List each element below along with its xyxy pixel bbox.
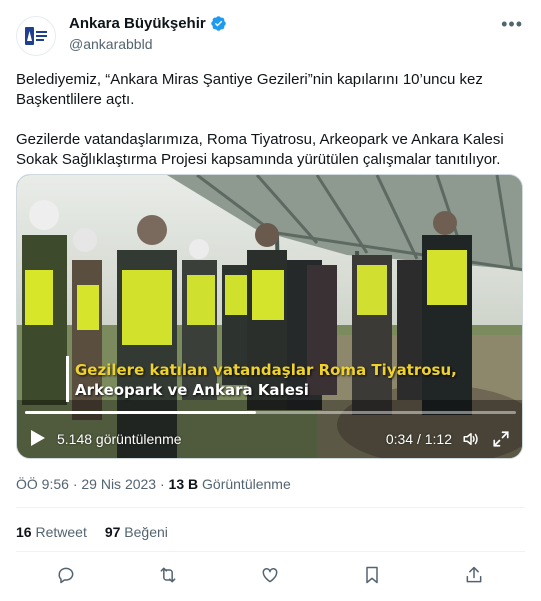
play-icon[interactable]	[31, 430, 45, 446]
tweet-meta: ÖÖ 9:56 · 29 Nis 2023 · 13 B Görüntülenm…	[16, 476, 291, 492]
video-views: 5.148 görüntülenme	[57, 431, 182, 447]
fullscreen-icon[interactable]	[492, 430, 510, 448]
divider	[16, 507, 525, 508]
tweet-stats: 16 Retweet 97 Beğeni	[16, 524, 168, 540]
video-time: 0:34 / 1:12	[385, 431, 452, 447]
tweet-text: Belediyemiz, “Ankara Miras Şantiye Gezil…	[16, 70, 526, 190]
tweet-paragraph-1: Belediyemiz, “Ankara Miras Şantiye Gezil…	[16, 71, 483, 108]
tweet-paragraph-2: Gezilerde vatandaşlarımıza, Roma Tiyatro…	[16, 131, 504, 168]
avatar[interactable]	[16, 16, 56, 56]
video-frame-image	[17, 175, 522, 458]
like-label: Beğeni	[124, 524, 168, 540]
retweet-icon[interactable]	[158, 565, 178, 585]
retweet-stat[interactable]: 16 Retweet	[16, 524, 87, 540]
volume-icon[interactable]	[462, 430, 480, 448]
like-stat[interactable]: 97 Beğeni	[105, 524, 168, 540]
divider	[16, 551, 525, 552]
retweet-label: Retweet	[35, 524, 87, 540]
video-player[interactable]: Gezilere katılan vatandaşlar Roma Tiyatr…	[16, 174, 523, 459]
reply-icon[interactable]	[56, 565, 76, 585]
display-name[interactable]: Ankara Büyükşehir	[69, 15, 206, 32]
tweet-card: Ankara Büyükşehir @ankarabbld ••• Beledi…	[0, 0, 541, 601]
name-row: Ankara Büyükşehir	[69, 15, 227, 32]
meta-separator: ·	[72, 476, 78, 492]
meta-separator: ·	[159, 476, 165, 492]
bookmark-icon[interactable]	[362, 565, 382, 585]
view-label: Görüntülenme	[202, 476, 291, 492]
like-icon[interactable]	[260, 565, 280, 585]
more-icon[interactable]: •••	[501, 14, 523, 35]
video-progress-bar[interactable]	[25, 411, 516, 414]
verified-icon	[210, 16, 226, 31]
view-count: 13 B	[168, 476, 199, 492]
share-icon[interactable]	[464, 565, 484, 585]
like-count: 97	[104, 524, 121, 540]
action-bar	[16, 561, 525, 589]
tweet-date[interactable]: 29 Nis 2023	[81, 476, 156, 492]
ankara-logo-icon	[25, 27, 47, 45]
tweet-time[interactable]: ÖÖ 9:56	[16, 476, 69, 492]
retweet-count: 16	[16, 524, 32, 540]
handle[interactable]: @ankarabbld	[69, 36, 153, 52]
video-progress-fill	[25, 411, 256, 414]
